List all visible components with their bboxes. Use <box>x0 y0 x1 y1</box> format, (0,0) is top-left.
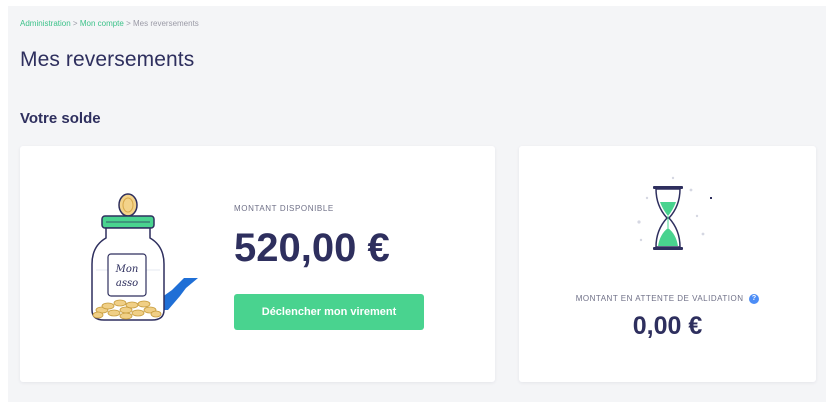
pending-amount-value: 0,00 € <box>632 312 703 340</box>
available-amount-label: MONTANT DISPONIBLE <box>234 204 334 213</box>
breadcrumb-administration[interactable]: Administration <box>20 19 71 28</box>
info-icon[interactable]: ? <box>749 294 760 304</box>
page-title: Mes reversements <box>20 48 195 71</box>
breadcrumb-separator: > <box>126 19 131 28</box>
breadcrumb-mon-compte[interactable]: Mon compte <box>80 19 124 28</box>
page-container: Administration > Mon compte > Mes revers… <box>8 6 826 402</box>
breadcrumb: Administration > Mon compte > Mes revers… <box>20 19 199 28</box>
trigger-transfer-button[interactable]: Déclencher mon virement <box>234 294 424 330</box>
jar-label-line1: Mon <box>115 264 139 275</box>
section-title-solde: Votre solde <box>20 110 101 127</box>
breadcrumb-separator: > <box>72 19 78 28</box>
hourglass-illustration <box>637 176 712 250</box>
piggy-jar-illustration: Mon asso <box>91 193 206 321</box>
available-balance-card: Mon asso MONTANT DISPONIBLE 520,00 € Déc… <box>20 146 495 382</box>
pending-balance-card: MONTANT EN ATTENTE DE VALIDATION ? 0,00 … <box>519 146 816 382</box>
pending-amount-label: MONTANT EN ATTENTE DE VALIDATION <box>575 294 744 304</box>
available-amount-value: 520,00 € <box>234 226 390 270</box>
breadcrumb-current: Mes reversements <box>133 19 199 28</box>
pending-label-row: MONTANT EN ATTENTE DE VALIDATION ? <box>519 294 816 304</box>
jar-label-line2: asso <box>116 278 138 289</box>
